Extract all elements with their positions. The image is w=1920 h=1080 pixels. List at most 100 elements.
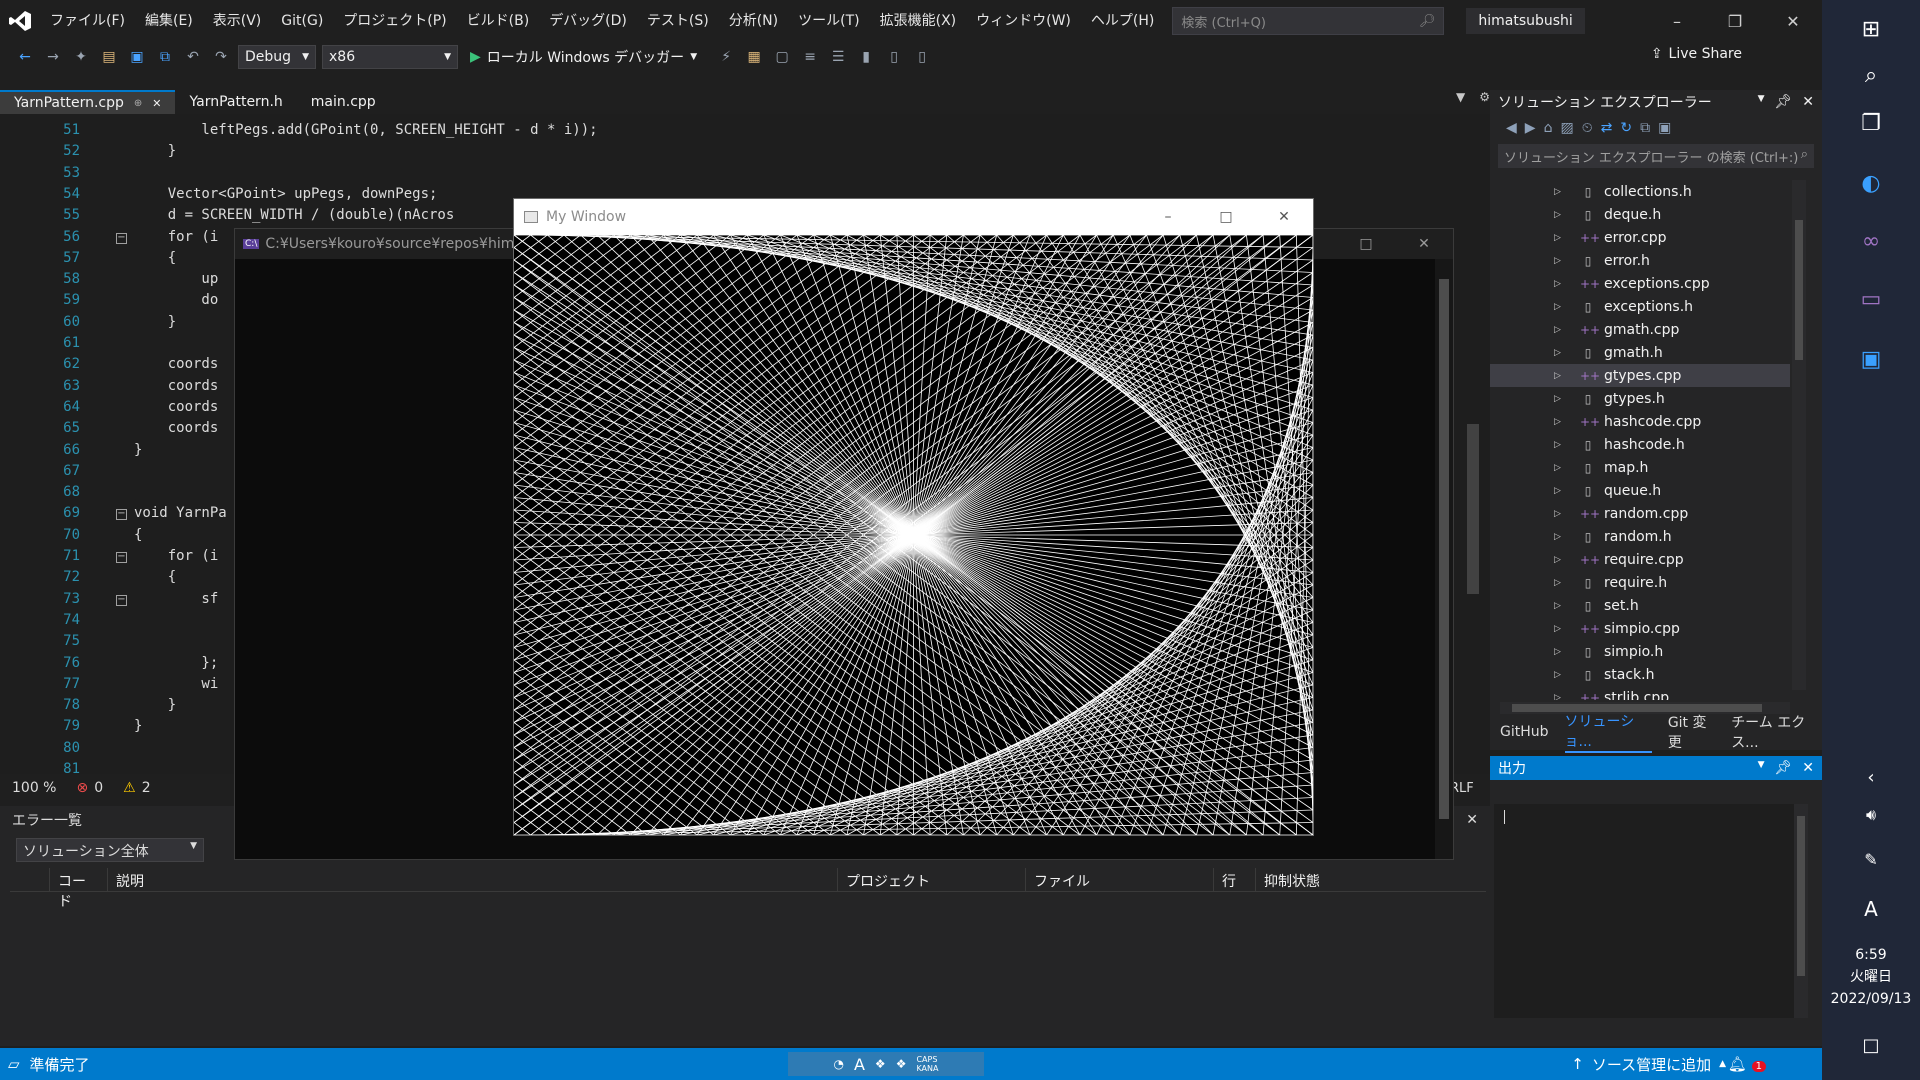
edge-icon[interactable]: ◐ xyxy=(1822,154,1920,212)
tree-item[interactable]: ▷ ▯ hashcode.h xyxy=(1490,433,1790,456)
screenshot-icon[interactable]: ▢ xyxy=(771,46,793,68)
error-scope-select[interactable]: ソリューション全体 ▼ xyxy=(16,838,204,862)
expand-icon[interactable]: ▷ xyxy=(1554,624,1566,634)
expand-icon[interactable]: ▷ xyxy=(1554,371,1566,381)
warning-count[interactable]: ⚠ 2 xyxy=(123,780,150,796)
expand-icon[interactable]: ▷ xyxy=(1554,210,1566,220)
start-debugging-button[interactable]: ▶ ローカル Windows デバッガー ▼ xyxy=(470,47,697,67)
bookmark-icon[interactable]: ▮ xyxy=(855,46,877,68)
chevron-down-icon[interactable]: ▼ xyxy=(1758,760,1765,776)
close-icon[interactable]: ✕ xyxy=(1466,812,1478,828)
tree-item[interactable]: ▷ ▯ random.h xyxy=(1490,525,1790,548)
pin-icon[interactable]: ⊕ xyxy=(134,98,142,109)
expand-icon[interactable]: ▷ xyxy=(1554,233,1566,243)
source-control-button[interactable]: ↑ ソース管理に追加 ▲ xyxy=(1571,1054,1726,1075)
menu-item[interactable]: ウィンドウ(W) xyxy=(966,0,1081,42)
expand-icon[interactable]: ▷ xyxy=(1554,601,1566,611)
window-app-icon[interactable]: ▣ xyxy=(1822,330,1920,388)
menu-item[interactable]: 分析(N) xyxy=(719,0,788,42)
step-icon[interactable]: ≡ xyxy=(799,46,821,68)
menu-item[interactable]: Git(G) xyxy=(271,0,333,42)
panel-tab[interactable]: ソリューショ... xyxy=(1564,711,1652,753)
tree-item[interactable]: ▷ ++ exceptions.cpp xyxy=(1490,272,1790,295)
column-suppression[interactable]: 抑制状態 xyxy=(1256,868,1486,891)
search-box[interactable]: 検索 (Ctrl+Q) 🔎︎ xyxy=(1172,7,1445,35)
tree-item[interactable]: ▷ ++ require.cpp xyxy=(1490,548,1790,571)
menu-item[interactable]: ビルド(B) xyxy=(457,0,540,42)
tree-item[interactable]: ▷ ++ error.cpp xyxy=(1490,226,1790,249)
refresh-icon[interactable]: ↻ xyxy=(1620,120,1632,136)
output-text-area[interactable] xyxy=(1494,804,1794,1018)
tree-item[interactable]: ▷ ▯ stack.h xyxy=(1490,663,1790,686)
column-project[interactable]: プロジェクト xyxy=(838,868,1026,891)
pending-changes-icon[interactable]: ⏲ xyxy=(1582,120,1593,136)
editor-scrollbar[interactable] xyxy=(1462,114,1484,764)
expand-icon[interactable]: ▷ xyxy=(1554,555,1566,565)
expand-icon[interactable]: ▷ xyxy=(1554,509,1566,519)
close-button[interactable]: ✕ xyxy=(1255,199,1313,235)
close-icon[interactable]: ✕ xyxy=(1802,94,1814,110)
solution-search-input[interactable]: ソリューション エクスプローラー の検索 (Ctrl+:) ⌕ xyxy=(1498,144,1814,168)
tree-item[interactable]: ▷ ++ hashcode.cpp xyxy=(1490,410,1790,433)
expand-icon[interactable]: ▷ xyxy=(1554,670,1566,680)
back-icon[interactable]: ← xyxy=(14,46,36,68)
close-icon[interactable]: ✕ xyxy=(1802,760,1814,776)
menu-item[interactable]: ファイル(F) xyxy=(40,0,135,42)
tree-item[interactable]: ▷ ▯ deque.h xyxy=(1490,203,1790,226)
pin-icon[interactable]: 📌︎ xyxy=(1774,760,1792,776)
tree-item[interactable]: ▷ ▯ gmath.h xyxy=(1490,341,1790,364)
save-all-icon[interactable]: ⧉ xyxy=(154,46,176,68)
tree-item[interactable]: ▷ ▯ collections.h xyxy=(1490,180,1790,203)
configuration-select[interactable]: Debug ▼ xyxy=(238,45,316,69)
zoom-level[interactable]: 100 % xyxy=(12,780,56,796)
tree-item[interactable]: ▷ ++ random.cpp xyxy=(1490,502,1790,525)
sync-icon[interactable]: ⇄ xyxy=(1601,120,1613,136)
hot-reload-icon[interactable]: ⚡ xyxy=(715,46,737,68)
tree-item[interactable]: ▷ ▯ gtypes.h xyxy=(1490,387,1790,410)
chevron-down-icon[interactable]: ▼ xyxy=(1758,94,1765,110)
panel-tab[interactable]: Git 変更 xyxy=(1668,712,1715,752)
maximize-button[interactable]: □ xyxy=(1337,229,1395,259)
clock[interactable]: 6:59 火曜日 2022/09/13 xyxy=(1822,944,1920,1010)
undo-icon[interactable]: ↶ xyxy=(182,46,204,68)
expand-icon[interactable]: ▷ xyxy=(1554,578,1566,588)
menu-item[interactable]: ヘルプ(H) xyxy=(1081,0,1164,42)
open-folder-icon[interactable]: ▤ xyxy=(98,46,120,68)
comment-icon[interactable]: ☰ xyxy=(827,46,849,68)
column-line[interactable]: 行 xyxy=(1214,868,1256,891)
live-share-button[interactable]: ⇪ Live Share xyxy=(1651,46,1742,62)
scroll-thumb[interactable] xyxy=(1467,424,1479,594)
bookmark-prev-icon[interactable]: ▯ xyxy=(883,46,905,68)
bookmark-next-icon[interactable]: ▯ xyxy=(911,46,933,68)
scroll-thumb[interactable] xyxy=(1795,220,1803,360)
account-name[interactable]: himatsubushi xyxy=(1466,8,1585,34)
expand-icon[interactable]: ▷ xyxy=(1554,440,1566,450)
folder-view-icon[interactable]: ▦ xyxy=(743,46,765,68)
column-file[interactable]: ファイル xyxy=(1026,868,1214,891)
output-scrollbar[interactable] xyxy=(1794,804,1808,1018)
tree-item[interactable]: ▷ ▯ map.h xyxy=(1490,456,1790,479)
tree-item[interactable]: ▷ ▯ queue.h xyxy=(1490,479,1790,502)
expand-icon[interactable]: ▷ xyxy=(1554,693,1566,701)
restore-button[interactable]: ❐ xyxy=(1706,0,1764,42)
menu-item[interactable]: 表示(V) xyxy=(203,0,272,42)
tree-item[interactable]: ▷ ▯ simpio.h xyxy=(1490,640,1790,663)
tree-item[interactable]: ▷ ▯ error.h xyxy=(1490,249,1790,272)
tree-item[interactable]: ▷ ++ simpio.cpp xyxy=(1490,617,1790,640)
console-app-icon[interactable]: ▭ xyxy=(1822,270,1920,328)
expand-icon[interactable]: ▷ xyxy=(1554,532,1566,542)
minimize-button[interactable]: – xyxy=(1139,199,1197,235)
save-icon[interactable]: ▣ xyxy=(126,46,148,68)
forward-icon[interactable]: → xyxy=(42,46,64,68)
tree-item[interactable]: ▷ ++ strlib.cpp xyxy=(1490,686,1790,701)
expand-icon[interactable]: ▷ xyxy=(1554,647,1566,657)
task-view-icon[interactable]: ❐ xyxy=(1822,94,1920,152)
console-scrollbar[interactable] xyxy=(1435,259,1453,859)
tab-yarnpattern-cpp[interactable]: YarnPattern.cpp ⊕ ✕ xyxy=(0,90,176,114)
collapse-icon[interactable]: − xyxy=(116,509,127,521)
collapse-icon[interactable]: − xyxy=(116,552,127,563)
back-icon[interactable]: ◀ xyxy=(1506,120,1517,136)
forward-icon[interactable]: ▶ xyxy=(1525,120,1536,136)
menu-item[interactable]: ツール(T) xyxy=(788,0,869,42)
tree-item[interactable]: ▷ ++ gtypes.cpp xyxy=(1490,364,1790,387)
